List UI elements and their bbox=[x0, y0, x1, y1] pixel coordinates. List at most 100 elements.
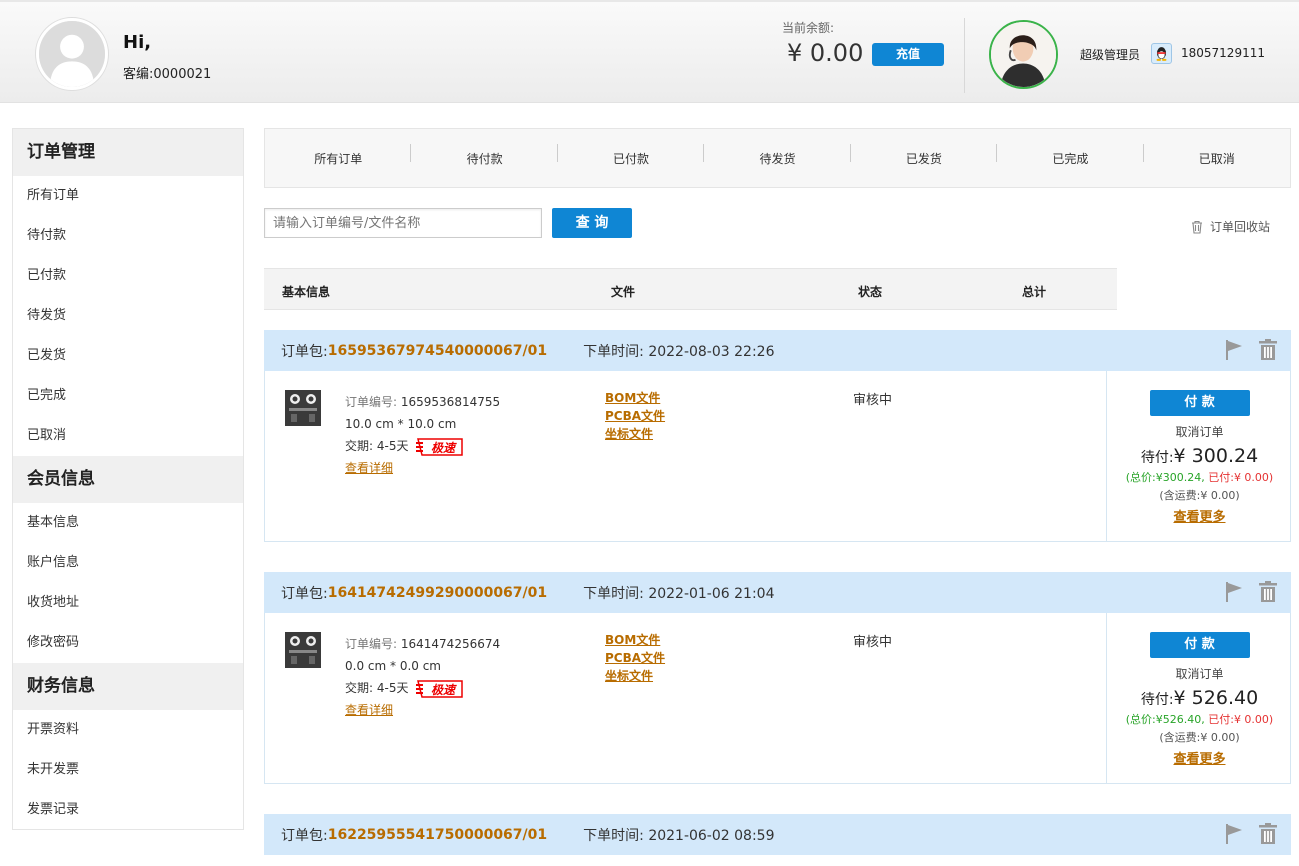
view-more-link[interactable]: 查看更多 bbox=[1107, 506, 1292, 525]
total-summary: (总价:¥526.40, 已付:¥ 0.00) bbox=[1107, 711, 1292, 727]
trash-icon[interactable] bbox=[1257, 338, 1279, 362]
paid-amount: 已付:¥ 0.00) bbox=[1208, 713, 1274, 726]
sidebar: 订单管理 所有订单 待付款 已付款 待发货 已发货 已完成 已取消 会员信息 基… bbox=[12, 128, 244, 830]
order-time-label: 下单时间: bbox=[583, 827, 644, 844]
tab-pending-payment[interactable]: 待付款 bbox=[411, 143, 559, 167]
trash-icon[interactable] bbox=[1257, 580, 1279, 604]
order-status: 审核中 bbox=[853, 393, 893, 408]
tab-shipped[interactable]: 已发货 bbox=[851, 143, 998, 167]
recharge-button[interactable]: 充值 bbox=[872, 43, 944, 66]
user-avatar[interactable] bbox=[36, 18, 108, 90]
delivery-time: 4-5天 bbox=[376, 681, 409, 695]
admin-name: 超级管理员 bbox=[1080, 48, 1141, 62]
view-more-link[interactable]: 查看更多 bbox=[1107, 748, 1292, 767]
order-no-label: 订单编号: bbox=[345, 395, 398, 409]
package-label: 订单包: bbox=[281, 827, 328, 844]
sidebar-item-basic-info[interactable]: 基本信息 bbox=[13, 503, 243, 543]
file-links: BOM文件 PCBA文件 坐标文件 bbox=[605, 631, 665, 685]
order-time-value: 2022-01-06 21:04 bbox=[648, 585, 775, 602]
tab-pending-shipment[interactable]: 待发货 bbox=[704, 143, 852, 167]
delivery-time: 4-5天 bbox=[376, 439, 409, 453]
pcb-thumbnail[interactable] bbox=[285, 390, 321, 426]
sidebar-item-completed[interactable]: 已完成 bbox=[13, 376, 243, 416]
service-agent-avatar[interactable] bbox=[989, 20, 1058, 89]
order-time-label: 下单时间: bbox=[583, 585, 644, 602]
coordinate-file-link[interactable]: 坐标文件 bbox=[605, 669, 653, 683]
order-package-bar: 订单包: 16595367974540000067/01 下单时间: 2022-… bbox=[264, 330, 1291, 371]
sidebar-item-invoice-records[interactable]: 发票记录 bbox=[13, 790, 243, 830]
coordinate-file-link[interactable]: 坐标文件 bbox=[605, 427, 653, 441]
sidebar-group-member: 会员信息 bbox=[13, 456, 243, 503]
order-search-input[interactable] bbox=[264, 208, 542, 238]
greeting: Hi, bbox=[123, 32, 152, 53]
tab-all-orders[interactable]: 所有订单 bbox=[265, 143, 412, 167]
shipping-fee: (含运费:¥ 0.00) bbox=[1159, 731, 1240, 744]
cancel-order-link[interactable]: 取消订单 bbox=[1107, 665, 1292, 682]
recycle-bin-label: 订单回收站 bbox=[1210, 220, 1271, 234]
sidebar-item-address[interactable]: 收货地址 bbox=[13, 583, 243, 623]
sidebar-item-uninvoiced[interactable]: 未开发票 bbox=[13, 750, 243, 790]
express-badge-text: 极速 bbox=[431, 441, 457, 455]
amount-due-label: 待付: bbox=[1140, 450, 1174, 466]
sidebar-item-account-info[interactable]: 账户信息 bbox=[13, 543, 243, 583]
flag-icon[interactable] bbox=[1223, 580, 1245, 604]
sidebar-item-cancelled[interactable]: 已取消 bbox=[13, 416, 243, 456]
amount-due-value: ¥ 300.24 bbox=[1173, 445, 1259, 467]
qq-icon[interactable] bbox=[1151, 43, 1172, 64]
sidebar-item-all-orders[interactable]: 所有订单 bbox=[13, 176, 243, 216]
order-recycle-bin-link[interactable]: 订单回收站 bbox=[1190, 218, 1270, 235]
tab-completed[interactable]: 已完成 bbox=[997, 143, 1144, 167]
sidebar-item-pending-payment[interactable]: 待付款 bbox=[13, 216, 243, 256]
payment-column: 付 款 取消订单 待付:¥ 300.24 (总价:¥300.24, 已付:¥ 0… bbox=[1106, 371, 1292, 541]
order-table-header: 基本信息 文件 状态 总计 bbox=[264, 268, 1117, 310]
sidebar-item-invoice-profile[interactable]: 开票资料 bbox=[13, 710, 243, 750]
phone-number: 18057129111 bbox=[1181, 46, 1265, 60]
sidebar-item-paid[interactable]: 已付款 bbox=[13, 256, 243, 296]
balance-label: 当前余额: bbox=[782, 21, 835, 35]
package-label: 订单包: bbox=[281, 585, 328, 602]
col-file: 文件 bbox=[611, 285, 636, 299]
pay-button[interactable]: 付 款 bbox=[1149, 632, 1250, 658]
bom-file-link[interactable]: BOM文件 bbox=[605, 391, 660, 405]
bom-file-link[interactable]: BOM文件 bbox=[605, 633, 660, 647]
sidebar-item-shipped[interactable]: 已发货 bbox=[13, 336, 243, 376]
sidebar-group-finance: 财务信息 bbox=[13, 663, 243, 710]
cancel-order-link[interactable]: 取消订单 bbox=[1107, 423, 1292, 440]
view-details-link[interactable]: 查看详细 bbox=[345, 461, 393, 475]
order-package-bar: 订单包: 16414742499290000067/01 下单时间: 2022-… bbox=[264, 572, 1291, 613]
sidebar-item-pending-shipment[interactable]: 待发货 bbox=[13, 296, 243, 336]
customer-number: 客编:0000021 bbox=[123, 67, 212, 82]
file-links: BOM文件 PCBA文件 坐标文件 bbox=[605, 389, 665, 443]
order-card: 订单包: 16225955541750000067/01 下单时间: 2021-… bbox=[264, 814, 1291, 855]
order-time: 下单时间: 2022-08-03 22:26 bbox=[583, 341, 774, 361]
view-details-link[interactable]: 查看详细 bbox=[345, 703, 393, 717]
col-basic-info: 基本信息 bbox=[282, 285, 331, 299]
pcb-thumbnail[interactable] bbox=[285, 632, 321, 668]
col-total: 总计 bbox=[1022, 285, 1047, 299]
delivery-label: 交期: bbox=[345, 681, 374, 695]
total-price: (总价:¥300.24, bbox=[1125, 471, 1205, 484]
package-id: 16414742499290000067/01 bbox=[327, 584, 548, 601]
pcba-file-link[interactable]: PCBA文件 bbox=[605, 651, 665, 665]
tab-cancelled[interactable]: 已取消 bbox=[1144, 150, 1290, 167]
order-time-value: 2021-06-02 08:59 bbox=[648, 827, 775, 844]
pcba-file-link[interactable]: PCBA文件 bbox=[605, 409, 665, 423]
shipping-fee: (含运费:¥ 0.00) bbox=[1159, 489, 1240, 502]
delivery-label: 交期: bbox=[345, 439, 374, 453]
total-price: (总价:¥526.40, bbox=[1125, 713, 1205, 726]
board-size: 0.0 cm * 0.0 cm bbox=[345, 659, 441, 673]
search-button[interactable]: 查 询 bbox=[552, 208, 632, 238]
sidebar-item-change-password[interactable]: 修改密码 bbox=[13, 623, 243, 663]
express-badge: 极速 bbox=[416, 679, 464, 698]
total-summary: (总价:¥300.24, 已付:¥ 0.00) bbox=[1107, 469, 1292, 485]
pay-button[interactable]: 付 款 bbox=[1149, 390, 1250, 416]
flag-icon[interactable] bbox=[1223, 822, 1245, 846]
trash-icon[interactable] bbox=[1257, 822, 1279, 846]
trash-icon bbox=[1192, 220, 1202, 234]
order-package-bar: 订单包: 16225955541750000067/01 下单时间: 2021-… bbox=[264, 814, 1291, 855]
flag-icon[interactable] bbox=[1223, 338, 1245, 362]
board-size: 10.0 cm * 10.0 cm bbox=[345, 417, 457, 431]
tab-paid[interactable]: 已付款 bbox=[558, 143, 705, 167]
order-status: 审核中 bbox=[853, 635, 893, 650]
col-status: 状态 bbox=[858, 285, 883, 299]
